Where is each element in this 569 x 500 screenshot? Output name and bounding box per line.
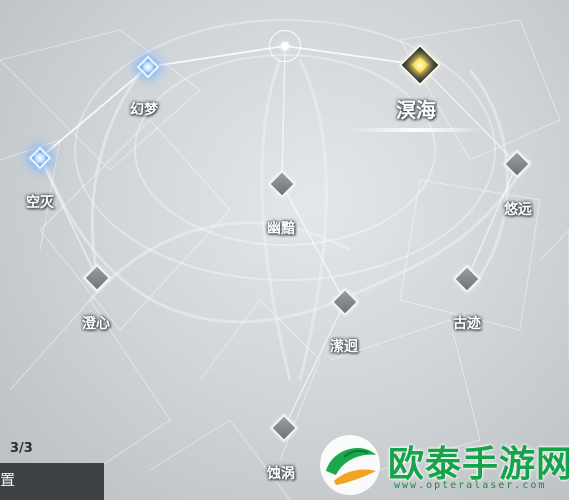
center-hub-node[interactable] <box>269 30 301 62</box>
constellation-panel: 幻梦 空灭 溟海 悠远 幽黯 澄心 古迹 潆迥 蚀涡 3/3 置 欧泰手游网 w… <box>0 0 569 500</box>
hub-dot <box>281 42 289 50</box>
label-shiwo: 蚀涡 <box>267 466 295 482</box>
label-huanmeng: 幻梦 <box>130 102 158 118</box>
label-minghai: 溟海 <box>346 94 486 132</box>
label-guji: 古迹 <box>453 316 481 332</box>
site-watermark: 欧泰手游网 www.opteralaser.com <box>314 427 569 500</box>
watermark-logo-icon <box>320 435 380 495</box>
label-youan: 幽黯 <box>267 221 295 237</box>
label-kongmie: 空灭 <box>26 195 54 211</box>
progress-counter: 3/3 <box>10 441 33 456</box>
label-yingjiong: 潆迥 <box>330 339 358 355</box>
watermark-url: www.opteralaser.com <box>394 480 547 491</box>
label-chengxin: 澄心 <box>82 316 110 332</box>
label-youyuan: 悠远 <box>504 202 532 218</box>
settings-button[interactable]: 置 <box>0 463 104 500</box>
selected-core-glow <box>411 56 429 74</box>
